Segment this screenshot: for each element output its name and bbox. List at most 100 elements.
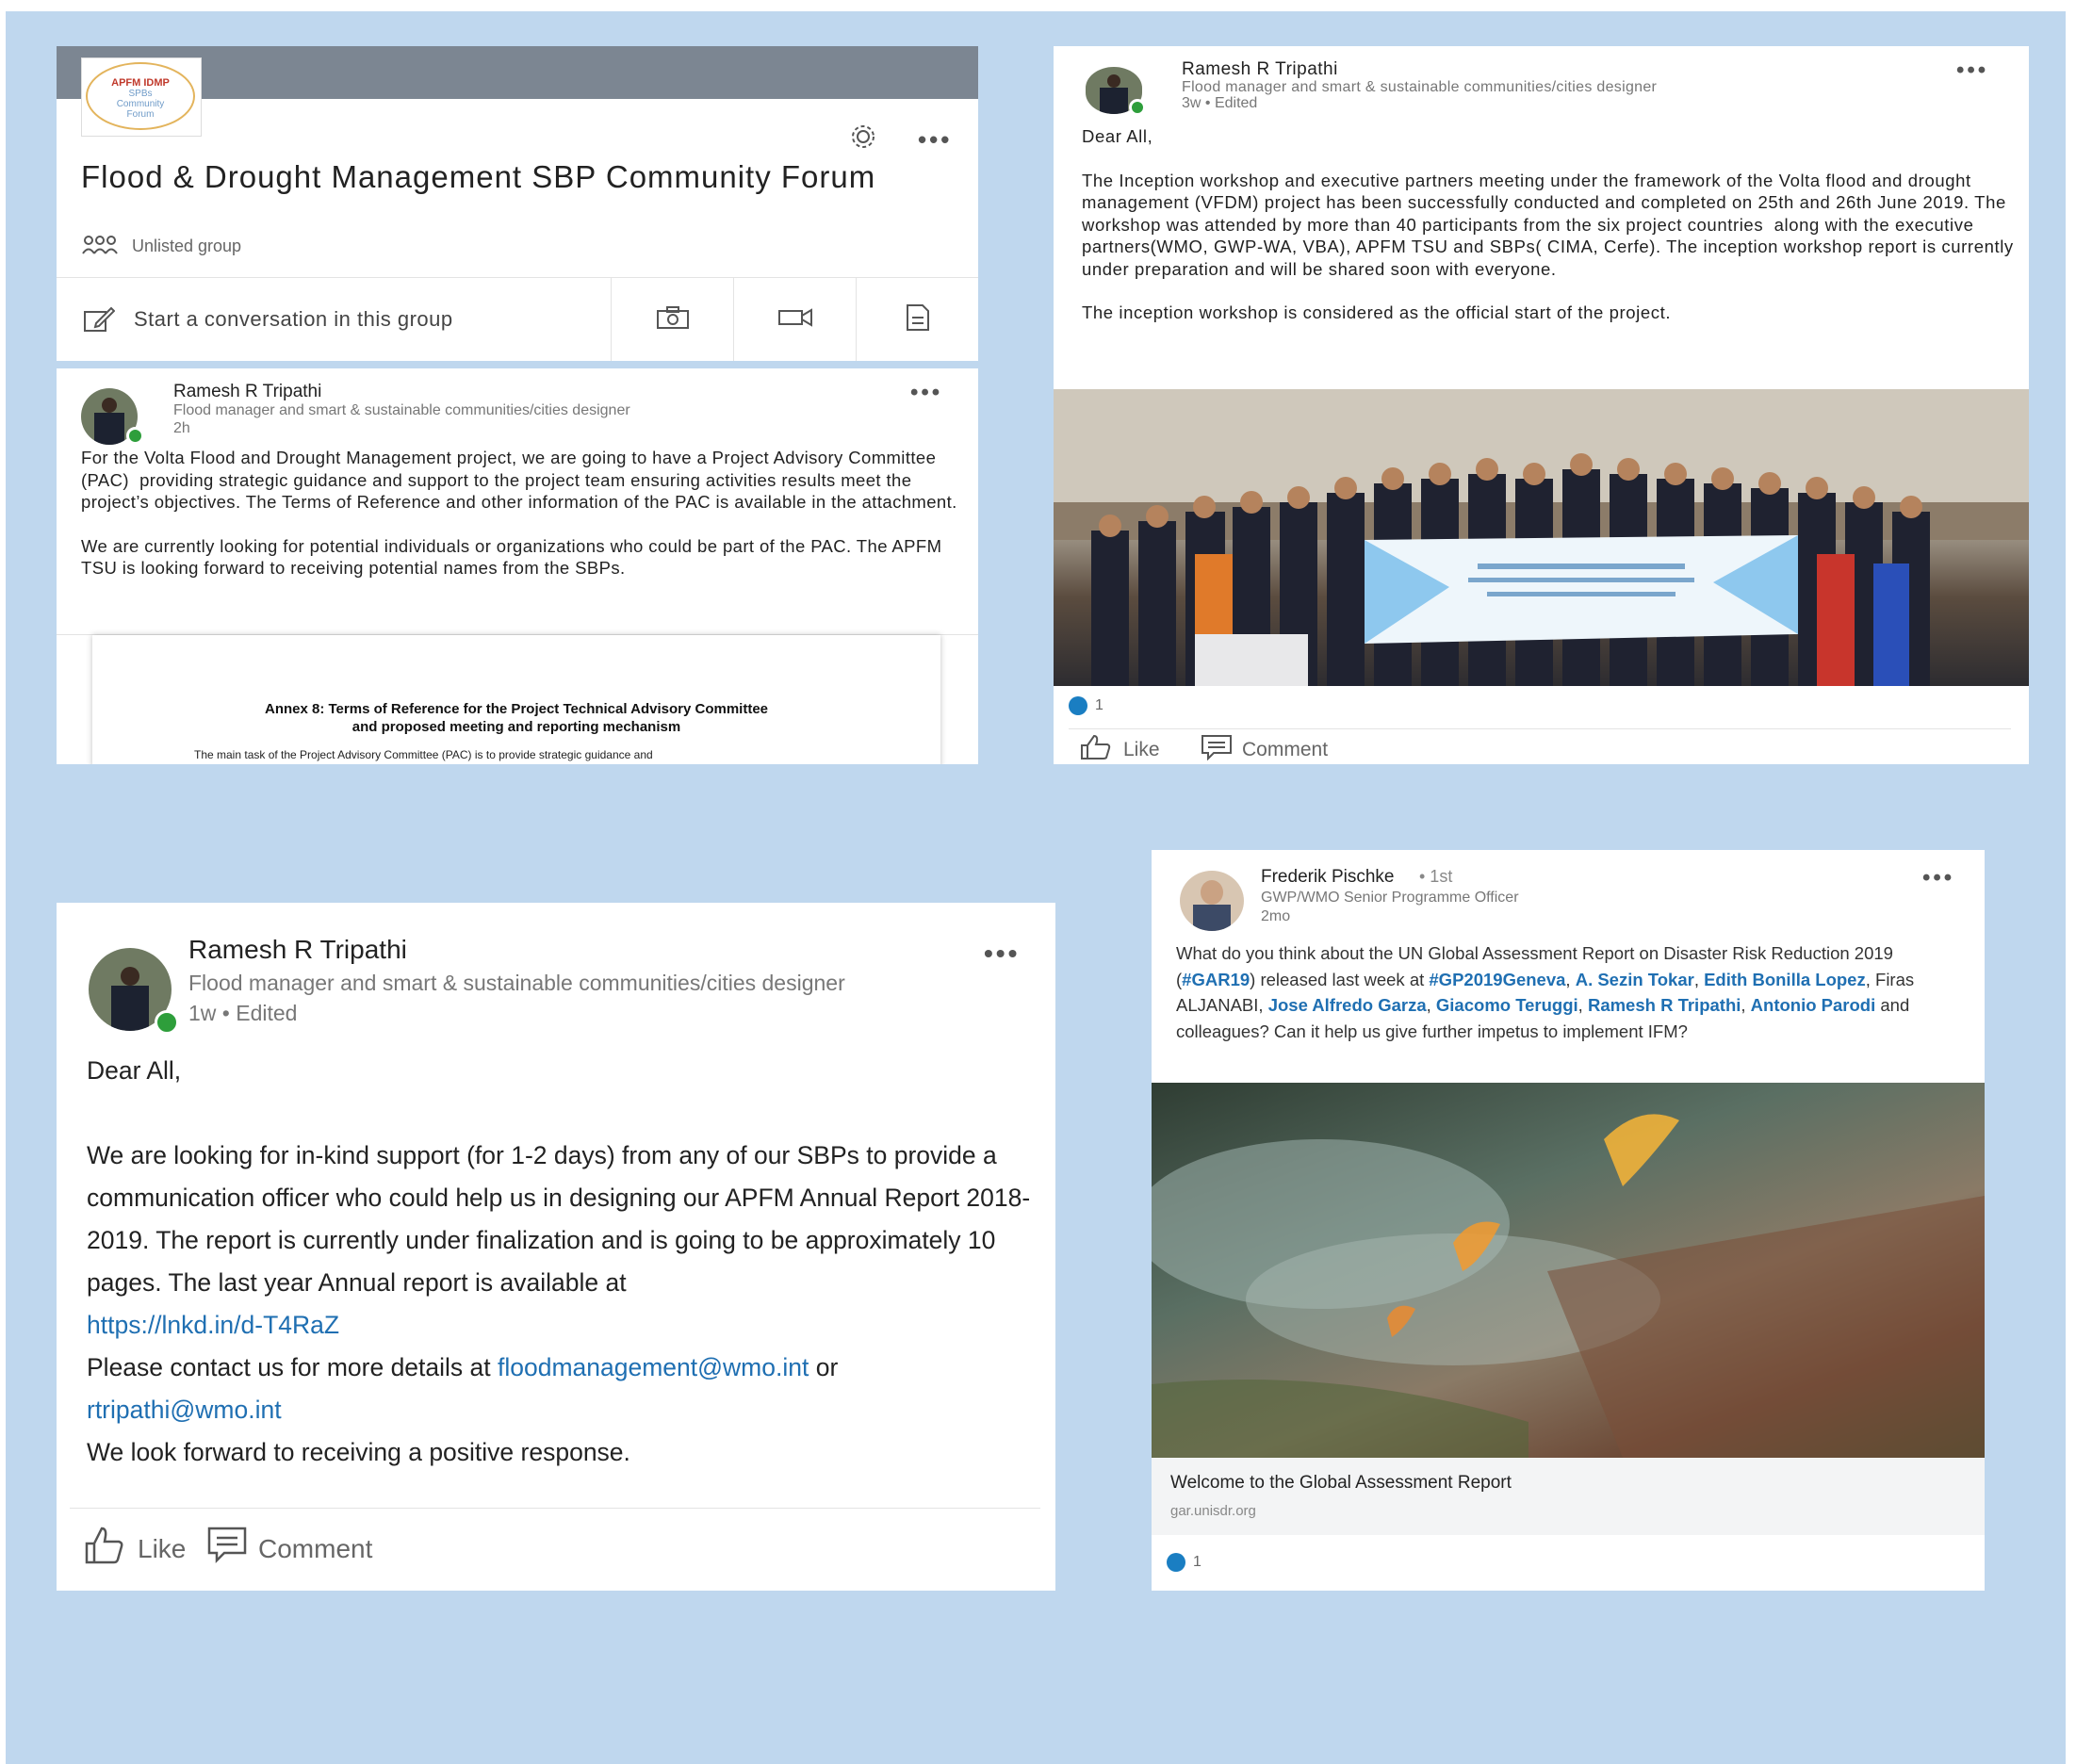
post-time: 3w • Edited — [1182, 95, 1258, 111]
post-card-gar: Frederik Pischke • 1st GWP/WMO Senior Pr… — [1152, 850, 1985, 1591]
attached-document-preview[interactable]: Annex 8: Terms of Reference for the Proj… — [92, 635, 940, 764]
post-link-line: https://lnkd.in/d-T4RaZ — [87, 1304, 1038, 1347]
camera-icon — [656, 305, 690, 335]
group-logo[interactable]: APFM IDMP SPBs Community Forum — [81, 57, 202, 137]
group-type: Unlisted group — [132, 237, 242, 255]
divider — [70, 1508, 1040, 1509]
post-time: 2mo — [1261, 908, 1291, 924]
post-headline: GWP/WMO Senior Programme Officer — [1261, 890, 1519, 906]
post-greeting: Dear All, — [1082, 126, 1153, 146]
start-conversation-label: Start a conversation in this group — [134, 307, 453, 331]
reaction-count: 1 — [1095, 697, 1103, 713]
document-heading: Annex 8: Terms of Reference for the Proj… — [264, 701, 769, 717]
reaction-summary[interactable]: 1 — [1069, 696, 1103, 715]
mention-link[interactable]: Antonio Parodi — [1751, 995, 1876, 1015]
hashtag-link[interactable]: #GAR19 — [1182, 970, 1250, 989]
hashtag-link[interactable]: #GP2019Geneva — [1429, 970, 1565, 989]
video-button[interactable] — [733, 278, 857, 361]
post-time: 1w • Edited — [188, 1001, 298, 1025]
video-icon — [777, 307, 813, 333]
post-time: 2h — [173, 420, 190, 436]
link-title: Welcome to the Global Assessment Report — [1170, 1473, 1512, 1493]
post-paragraph: The Inception workshop and executive par… — [1082, 170, 2019, 279]
like-label: Like — [138, 1533, 187, 1563]
like-button[interactable]: Like — [1080, 734, 1160, 764]
post-greeting: Dear All, — [87, 1056, 182, 1085]
post-body: Dear All, The Inception workshop and exe… — [1082, 125, 2015, 324]
gear-icon[interactable] — [848, 122, 878, 152]
post-email-line: rtripathi@wmo.int — [87, 1389, 1038, 1431]
post-more-icon[interactable]: ••• — [984, 940, 1020, 967]
thumbs-up-icon — [85, 1527, 124, 1571]
online-status-dot — [155, 1010, 179, 1035]
post-text: , — [1741, 995, 1751, 1015]
email-link[interactable]: rtripathi@wmo.int — [87, 1396, 282, 1424]
link-domain: gar.unisdr.org — [1170, 1503, 1256, 1519]
group-icon — [81, 235, 119, 255]
thumbs-up-icon — [1080, 734, 1112, 764]
mention-link[interactable]: Jose Alfredo Garza — [1268, 995, 1427, 1015]
post-author[interactable]: Frederik Pischke — [1261, 867, 1395, 888]
email-link[interactable]: floodmanagement@wmo.int — [498, 1353, 809, 1381]
post-text: , — [1426, 995, 1436, 1015]
post-text: ) released last week at — [1250, 969, 1430, 989]
reaction-summary[interactable]: 1 — [1167, 1553, 1201, 1572]
post-author[interactable]: Ramesh R Tripathi — [1182, 59, 1338, 80]
post-author[interactable]: Ramesh R Tripathi — [188, 935, 407, 965]
collage-background: APFM IDMP SPBs Community Forum ••• Flood… — [6, 11, 2066, 1764]
mention-link[interactable]: Edith Bonilla Lopez — [1704, 970, 1866, 989]
logo-text-1: APFM IDMP — [111, 77, 170, 89]
avatar[interactable] — [1180, 871, 1244, 931]
mention-link[interactable]: Giacomo Teruggi — [1436, 995, 1578, 1015]
document-button[interactable] — [856, 278, 978, 361]
post-body: For the Volta Flood and Drought Manageme… — [81, 447, 957, 580]
satellite-wildfire-image[interactable] — [1152, 1083, 1985, 1458]
start-conversation-button[interactable]: Start a conversation in this group — [57, 278, 611, 361]
divider — [1069, 728, 2011, 729]
post-more-icon[interactable]: ••• — [1956, 59, 1988, 82]
comment-icon — [1201, 734, 1233, 764]
online-status-dot — [1129, 99, 1146, 116]
group-card: APFM IDMP SPBs Community Forum ••• Flood… — [57, 46, 978, 764]
comment-button[interactable]: Comment — [207, 1527, 372, 1571]
post-card-annual-report: Ramesh R Tripathi Flood manager and smar… — [57, 903, 1055, 1591]
camera-button[interactable] — [611, 278, 734, 361]
post-closing: We look forward to receiving a positive … — [87, 1438, 630, 1466]
report-link[interactable]: https://lnkd.in/d-T4RaZ — [87, 1311, 339, 1339]
post-text: , — [1565, 969, 1576, 989]
online-status-dot — [126, 427, 144, 445]
connection-degree: • 1st — [1419, 867, 1453, 886]
like-reaction-icon — [1069, 696, 1087, 715]
reaction-count: 1 — [1193, 1554, 1201, 1570]
pencil-icon — [83, 306, 116, 333]
post-body: Dear All, We are looking for in-kind sup… — [87, 1050, 1038, 1474]
post-headline: Flood manager and smart & sustainable co… — [1182, 79, 1658, 95]
logo-text-3: Community — [116, 99, 165, 109]
post-author[interactable]: Ramesh R Tripathi — [173, 382, 321, 402]
group-title: Flood & Drought Management SBP Community… — [81, 159, 876, 194]
card-gap — [57, 361, 978, 368]
comment-label: Comment — [1242, 739, 1329, 760]
post-body: What do you think about the UN Global As… — [1176, 940, 1958, 1044]
group-more-icon[interactable]: ••• — [918, 127, 952, 152]
like-button[interactable]: Like — [85, 1527, 186, 1571]
or-text: or — [809, 1353, 839, 1381]
comment-button[interactable]: Comment — [1201, 734, 1328, 764]
like-reaction-icon — [1167, 1553, 1185, 1572]
post-paragraph: The inception workshop is considered as … — [1082, 302, 1672, 322]
contact-text: Please contact us for more details at — [87, 1353, 498, 1381]
post-text: , — [1577, 995, 1588, 1015]
group-photo-image[interactable] — [1054, 389, 2029, 686]
logo-text-4: Forum — [126, 109, 155, 120]
comment-icon — [207, 1527, 247, 1571]
mention-link[interactable]: Ramesh R Tripathi — [1588, 995, 1741, 1015]
post-more-icon[interactable]: ••• — [910, 382, 942, 404]
logo-text-2: SPBs — [128, 89, 153, 99]
comment-label: Comment — [258, 1533, 373, 1563]
post-text: , — [1693, 969, 1705, 989]
link-preview-footer[interactable]: Welcome to the Global Assessment Report … — [1152, 1458, 1985, 1535]
post-more-icon[interactable]: ••• — [1922, 867, 1954, 890]
post-headline: Flood manager and smart & sustainable co… — [173, 402, 630, 418]
post-paragraph: We are currently looking for potential i… — [81, 535, 947, 579]
mention-link[interactable]: A. Sezin Tokar — [1576, 970, 1694, 989]
